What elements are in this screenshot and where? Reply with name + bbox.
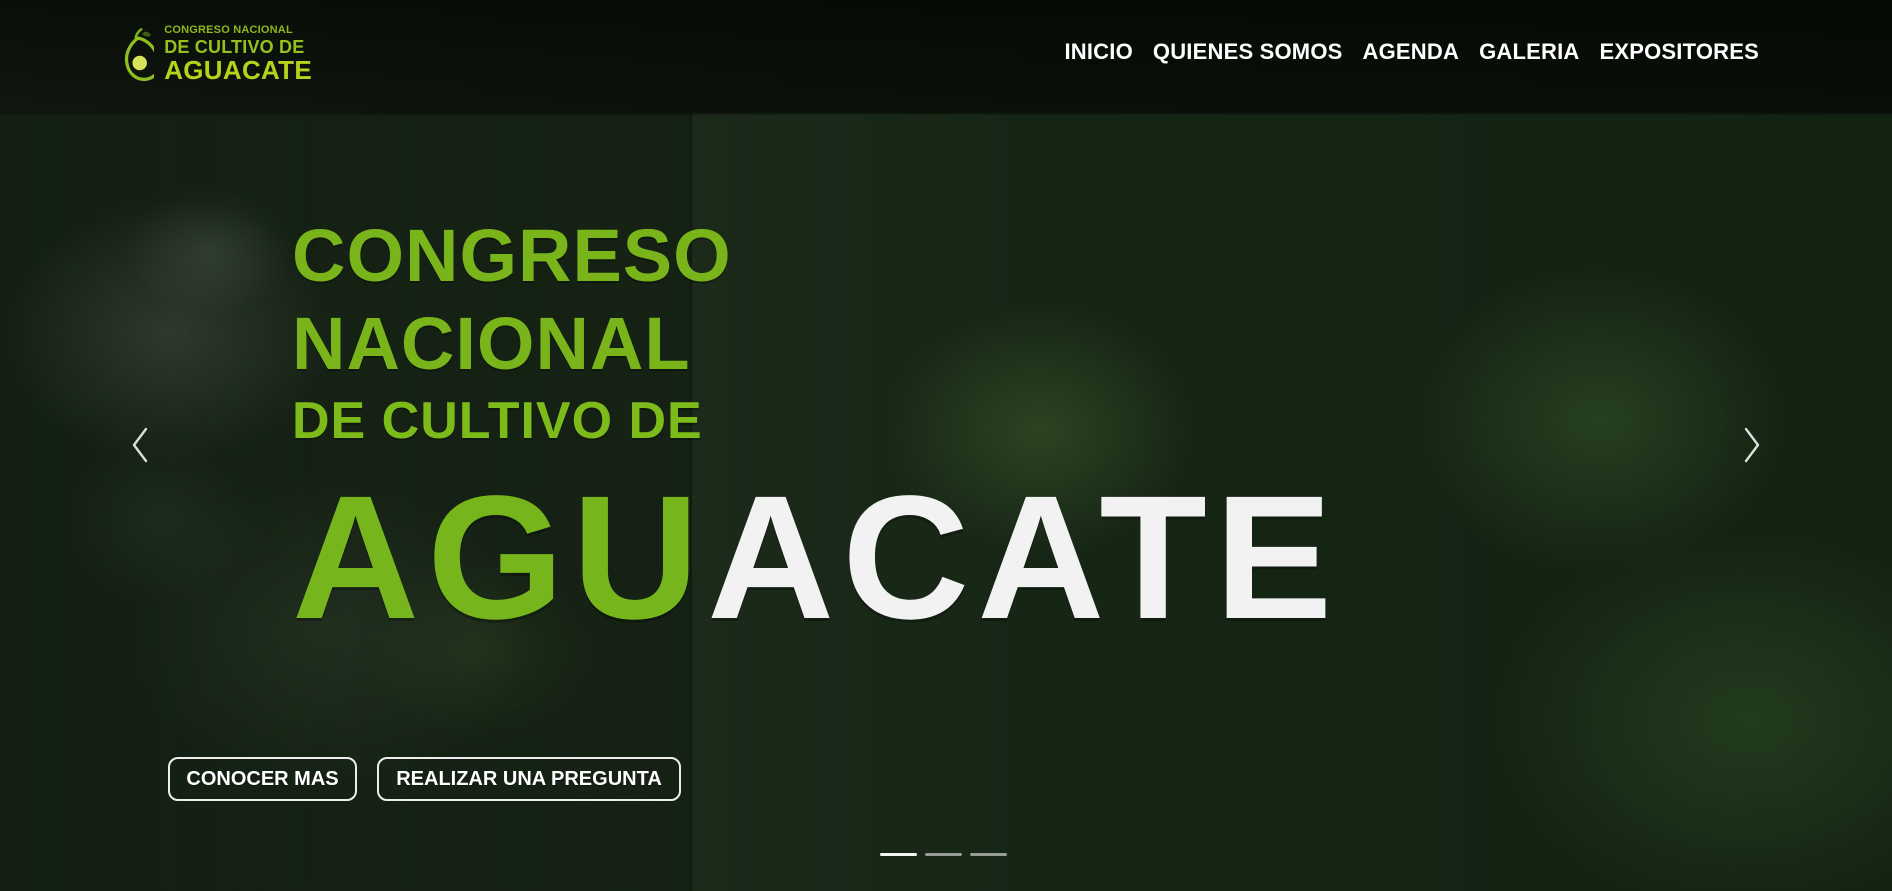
chevron-left-icon[interactable] — [126, 425, 154, 465]
top-header: CONGRESO NACIONAL DE CULTIVO DE AGUACATE… — [0, 0, 1892, 113]
nav-quienes-somos[interactable]: QUIENES SOMOS — [1153, 39, 1343, 65]
logo-wordmark: CONGRESO NACIONAL DE CULTIVO DE AGUACATE — [164, 24, 312, 85]
nav-agenda[interactable]: AGENDA — [1363, 39, 1460, 65]
logo-line-2: DE CULTIVO DE — [164, 37, 305, 57]
nav-inicio[interactable]: INICIO — [1064, 39, 1132, 65]
carousel-indicators — [880, 853, 1007, 856]
hero-line-1: CONGRESO — [292, 214, 732, 297]
nav-expositores[interactable]: EXPOSITORES — [1599, 39, 1759, 65]
hero-aguacate-right: ACATE — [707, 460, 1341, 656]
hero-aguacate-left: AGU — [292, 460, 708, 656]
nav-galeria[interactable]: GALERIA — [1479, 39, 1579, 65]
logo-line-3: AGUACATE — [164, 55, 312, 85]
avocado-logo-icon — [124, 28, 155, 81]
site-logo[interactable]: CONGRESO NACIONAL DE CULTIVO DE AGUACATE — [122, 18, 312, 92]
carousel-indicator-2[interactable] — [925, 853, 962, 856]
realizar-pregunta-button[interactable]: REALIZAR UNA PREGUNTA — [377, 757, 681, 801]
conocer-mas-button[interactable]: CONOCER MAS — [168, 757, 357, 801]
hero-line-3: DE CULTIVO DE — [292, 392, 703, 450]
hero-line-2: NACIONAL — [292, 302, 691, 385]
main-navigation: INICIO QUIENES SOMOS AGENDA GALERIA EXPO… — [1064, 39, 1759, 65]
carousel-indicator-3[interactable] — [970, 853, 1007, 856]
chevron-right-icon[interactable] — [1738, 425, 1766, 465]
logo-line-1: CONGRESO NACIONAL — [164, 24, 293, 36]
carousel-indicator-1[interactable] — [880, 853, 917, 856]
homepage: CONGRESO NACIONAL DE CULTIVO DE AGUACATE… — [0, 0, 1892, 891]
hero-aguacate: AGUACATE — [292, 470, 1340, 646]
hero-title: CONGRESO NACIONAL DE CULTIVO DE AGUACATE — [292, 213, 1392, 673]
